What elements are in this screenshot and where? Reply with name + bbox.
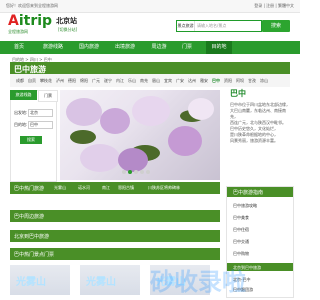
site-logo[interactable]: Aitrip 全程旅游网 <box>8 14 52 36</box>
section-bar: 北京到巴中旅游 <box>10 230 220 242</box>
panel-title: 巴中旅游指南 <box>233 190 264 196</box>
region-intro: 巴中 巴中市位于四川盆地东北部边缘， 大巴山南麓，东临达州、南接南充， 西连广元… <box>226 88 292 180</box>
watermark: 砂收录啦 <box>150 268 246 296</box>
nav-item-outbound[interactable]: 出境旅游 <box>112 41 138 54</box>
city-list: 成都 自贡 攀枝花 泸州 德阳 绵阳 广元 遂宁 内江 乐山 南充 眉山 宜宾 … <box>10 74 290 87</box>
city-link[interactable]: 自贡 <box>28 78 36 84</box>
hot-link[interactable]: 诺水河 <box>78 185 90 191</box>
search-box[interactable]: 景点旅游 请输入地名/景点 <box>176 20 262 32</box>
guide-item[interactable]: 巴中住宿 <box>233 227 249 233</box>
city-link[interactable]: 绵阳 <box>80 78 88 84</box>
city-link[interactable]: 雅安 <box>200 78 208 84</box>
main-nav: 首页 旅游线路 国内旅游 出境旅游 周边游 门票 目的地 <box>0 41 300 54</box>
section-bar: 巴中周边旅游 <box>10 210 220 222</box>
section-bar: 巴中热门景点门票 <box>10 248 220 260</box>
city-link[interactable]: 广安 <box>176 78 184 84</box>
city-link[interactable]: 乐山 <box>128 78 136 84</box>
nav-item-routes[interactable]: 旅游线路 <box>40 41 66 54</box>
city-link[interactable]: 内江 <box>116 78 124 84</box>
carousel-dot-active[interactable] <box>128 170 132 174</box>
attraction-thumb[interactable]: 光雾山 <box>10 265 70 295</box>
city-link[interactable]: 宜宾 <box>164 78 172 84</box>
guide-item[interactable]: 巴中交通 <box>233 239 249 245</box>
city-link[interactable]: 阿坝 <box>236 78 244 84</box>
tab-tickets[interactable]: 门票 <box>38 90 58 102</box>
city-link-active[interactable]: 巴中 <box>212 78 220 84</box>
carousel-dot[interactable] <box>122 170 126 174</box>
city-link[interactable]: 遂宁 <box>104 78 112 84</box>
route-search-button[interactable]: 搜索 <box>20 136 42 144</box>
hot-link[interactable]: 恩阳古镇 <box>118 185 134 191</box>
logo-subtitle: 全程旅游网 <box>8 29 28 34</box>
carousel-dot[interactable] <box>140 170 144 174</box>
section-title[interactable]: 巴中周边旅游 <box>14 213 44 220</box>
logo-text: itrip <box>18 13 53 29</box>
section-title[interactable]: 北京到巴中旅游 <box>14 233 49 240</box>
region-photo <box>60 90 220 180</box>
region-title-bar <box>10 62 290 74</box>
hot-link[interactable]: 光雾山 <box>54 185 66 191</box>
guide-item[interactable]: 巴中购物 <box>233 251 249 257</box>
hot-links-bar: 巴中热门旅游 光雾山 诺水河 南江 恩阳古镇 川陕苏区将帅碑林 <box>10 182 220 194</box>
search-category-select[interactable]: 景点旅游 <box>177 21 195 31</box>
intro-title: 巴中 <box>230 89 246 98</box>
carousel-dot[interactable] <box>146 170 150 174</box>
city-switch-link[interactable]: [切换分站] <box>58 27 77 33</box>
from-field[interactable]: 北京 <box>28 109 53 117</box>
attraction-thumb[interactable]: 光雾山 <box>80 265 140 295</box>
city-link[interactable]: 成都 <box>16 78 24 84</box>
city-link[interactable]: 甘孜 <box>248 78 256 84</box>
nav-item-domestic[interactable]: 国内旅游 <box>76 41 102 54</box>
hot-links-title: 巴中热门旅游 <box>14 186 45 192</box>
city-link[interactable]: 广元 <box>92 78 100 84</box>
city-link[interactable]: 资阳 <box>224 78 232 84</box>
nav-item-destination[interactable]: 目的地 <box>206 41 232 54</box>
to-label: 目的地: <box>14 122 28 127</box>
hot-link[interactable]: 川陕苏区将帅碑林 <box>148 185 180 191</box>
thumb-label: 光雾山 <box>16 277 46 288</box>
city-link[interactable]: 南充 <box>140 78 148 84</box>
nav-item-home[interactable]: 首页 <box>8 41 30 54</box>
city-link[interactable]: 眉山 <box>152 78 160 84</box>
city-link[interactable]: 凉山 <box>260 78 268 84</box>
top-user-links[interactable]: 登录 | 注册 | 繁體中文 <box>254 3 294 9</box>
guide-item[interactable]: 巴中旅游攻略 <box>233 203 257 209</box>
search-input[interactable]: 请输入地名/景点 <box>197 21 259 31</box>
hot-link[interactable]: 南江 <box>102 185 110 191</box>
search-tabs: 旅游线路 门票 <box>10 90 58 102</box>
city-link[interactable]: 达州 <box>188 78 196 84</box>
tab-routes[interactable]: 旅游线路 <box>10 90 37 100</box>
thumb-label: 光雾山 <box>86 277 116 288</box>
current-city: 北京站 <box>56 17 77 25</box>
to-field[interactable]: 巴中 <box>28 121 53 129</box>
carousel-dot[interactable] <box>134 170 138 174</box>
city-link[interactable]: 攀枝花 <box>40 78 52 84</box>
top-welcome-text: 您好！欢迎您来到全程旅游网 <box>6 3 58 8</box>
nav-item-tickets[interactable]: 门票 <box>178 41 196 54</box>
guide-item[interactable]: 巴中美食 <box>233 215 249 221</box>
city-link[interactable]: 德阳 <box>68 78 76 84</box>
city-link[interactable]: 泸州 <box>56 78 64 84</box>
nav-item-nearby[interactable]: 周边游 <box>148 41 170 54</box>
search-button[interactable]: 搜索 <box>262 20 290 32</box>
from-label: 出发地: <box>14 110 28 115</box>
section-title[interactable]: 巴中热门景点门票 <box>14 251 54 258</box>
intro-text: 巴中市位于四川盆地东北部边缘， 大巴山南麓，东临达州、南接南充， 西连广元，北与… <box>230 102 290 143</box>
